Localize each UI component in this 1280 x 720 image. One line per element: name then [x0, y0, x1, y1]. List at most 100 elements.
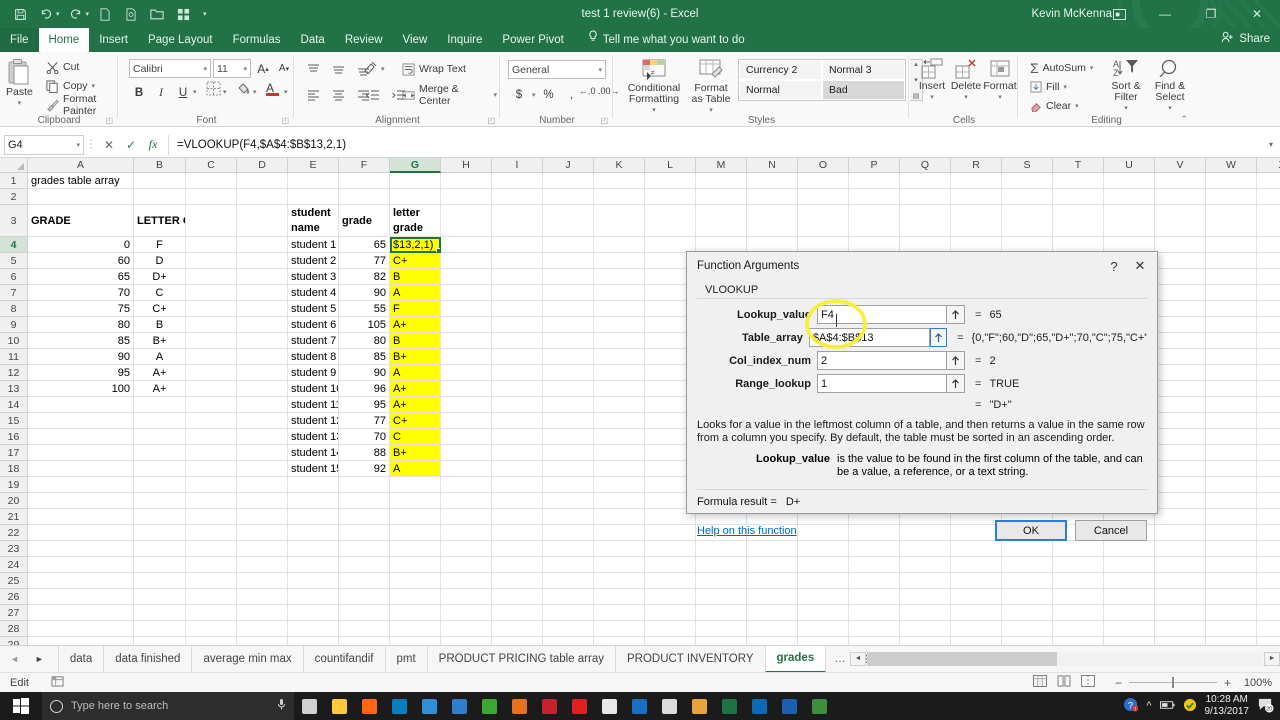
cell-G8[interactable]: F	[390, 301, 441, 317]
cell-U25[interactable]	[1104, 573, 1155, 589]
task-view-icon[interactable]	[294, 692, 324, 720]
cell-W13[interactable]	[1206, 381, 1257, 397]
cell-R24[interactable]	[951, 557, 1002, 573]
cell-J27[interactable]	[543, 605, 594, 621]
cell-Q29[interactable]	[900, 637, 951, 645]
row-header-2[interactable]: 2	[0, 189, 28, 205]
cell-C25[interactable]	[186, 573, 237, 589]
column-header-R[interactable]: R	[951, 158, 1002, 173]
ok-button[interactable]: OK	[995, 520, 1067, 541]
cell-L24[interactable]	[645, 557, 696, 573]
cell-X24[interactable]	[1257, 557, 1280, 573]
cell-A27[interactable]	[28, 605, 134, 621]
cell-D14[interactable]	[237, 397, 288, 413]
column-header-D[interactable]: D	[237, 158, 288, 173]
cell-W14[interactable]	[1206, 397, 1257, 413]
clear-dropdown-icon[interactable]: ▾	[1075, 102, 1079, 110]
cell-B13[interactable]: A+	[134, 381, 186, 397]
cell-D27[interactable]	[237, 605, 288, 621]
cell-D9[interactable]	[237, 317, 288, 333]
column-header-W[interactable]: W	[1206, 158, 1257, 173]
cell-K6[interactable]	[594, 269, 645, 285]
row-header-29[interactable]: 29	[0, 637, 28, 645]
zoom-in-button[interactable]: +	[1224, 676, 1231, 690]
font-name-combo[interactable]: Calibri ▾	[129, 59, 211, 78]
cell-K18[interactable]	[594, 461, 645, 477]
cell-D6[interactable]	[237, 269, 288, 285]
cell-Q23[interactable]	[900, 541, 951, 557]
enter-formula-button[interactable]: ✓	[120, 135, 142, 155]
cell-K16[interactable]	[594, 429, 645, 445]
cell-L23[interactable]	[645, 541, 696, 557]
ribbon-tab-insert[interactable]: Insert	[89, 28, 138, 52]
cell-F29[interactable]	[339, 637, 390, 645]
cell-K8[interactable]	[594, 301, 645, 317]
cell-X5[interactable]	[1257, 253, 1280, 269]
cell-H11[interactable]	[441, 349, 492, 365]
cell-K23[interactable]	[594, 541, 645, 557]
mail-icon[interactable]	[624, 692, 654, 720]
cell-G6[interactable]: B	[390, 269, 441, 285]
cell-I10[interactable]	[492, 333, 543, 349]
zoom-control[interactable]: − + 100%	[1115, 676, 1272, 690]
cell-J13[interactable]	[543, 381, 594, 397]
align-center-button[interactable]	[328, 86, 348, 105]
cell-J17[interactable]	[543, 445, 594, 461]
cell-H24[interactable]	[441, 557, 492, 573]
edge-icon[interactable]	[384, 692, 414, 720]
photoshop-icon[interactable]	[444, 692, 474, 720]
cell-C15[interactable]	[186, 413, 237, 429]
cell-F1[interactable]	[339, 173, 390, 189]
cell-W22[interactable]	[1206, 525, 1257, 541]
cell-E2[interactable]	[288, 189, 339, 205]
cell-B17[interactable]	[134, 445, 186, 461]
cell-D17[interactable]	[237, 445, 288, 461]
bold-button[interactable]: B	[129, 83, 149, 102]
cell-W28[interactable]	[1206, 621, 1257, 637]
cell-V15[interactable]	[1155, 413, 1206, 429]
row-header-5[interactable]: 5	[0, 253, 28, 269]
row-header-20[interactable]: 20	[0, 493, 28, 509]
cell-U23[interactable]	[1104, 541, 1155, 557]
style-cell-currency-2[interactable]: Currency 2	[740, 61, 821, 79]
cell-G17[interactable]: B+	[390, 445, 441, 461]
cell-I24[interactable]	[492, 557, 543, 573]
row-header-23[interactable]: 23	[0, 541, 28, 557]
cell-S27[interactable]	[1002, 605, 1053, 621]
dialog-close-icon[interactable]: ✕	[1127, 255, 1153, 277]
cell-I15[interactable]	[492, 413, 543, 429]
action-center-icon[interactable]: 20	[1257, 696, 1274, 716]
row-header-21[interactable]: 21	[0, 509, 28, 525]
cell-E5[interactable]: student 2	[288, 253, 339, 269]
cell-F9[interactable]: 105	[339, 317, 390, 333]
cell-V13[interactable]	[1155, 381, 1206, 397]
cell-G1[interactable]	[390, 173, 441, 189]
cell-G10[interactable]: B	[390, 333, 441, 349]
column-header-X[interactable]: X	[1257, 158, 1280, 173]
table-row[interactable]: grades table array	[28, 173, 1280, 189]
cell-G13[interactable]: A+	[390, 381, 441, 397]
cell-V28[interactable]	[1155, 621, 1206, 637]
cell-T3[interactable]	[1053, 205, 1104, 237]
cell-S26[interactable]	[1002, 589, 1053, 605]
system-tray[interactable]: ?! ^ 10:28 AM 9/13/2017 20	[1123, 692, 1280, 720]
cell-F7[interactable]: 90	[339, 285, 390, 301]
paste-button[interactable]: Paste ▾	[6, 58, 33, 107]
cell-F24[interactable]	[339, 557, 390, 573]
cell-H27[interactable]	[441, 605, 492, 621]
italic-button[interactable]: I	[151, 83, 171, 102]
youtube-icon[interactable]	[564, 692, 594, 720]
cell-C27[interactable]	[186, 605, 237, 621]
cell-U2[interactable]	[1104, 189, 1155, 205]
cell-N24[interactable]	[747, 557, 798, 573]
cell-I9[interactable]	[492, 317, 543, 333]
orientation-button[interactable]	[363, 60, 378, 79]
cell-F18[interactable]: 92	[339, 461, 390, 477]
cell-V26[interactable]	[1155, 589, 1206, 605]
cell-K3[interactable]	[594, 205, 645, 237]
row-header-19[interactable]: 19	[0, 477, 28, 493]
cell-H22[interactable]	[441, 525, 492, 541]
arg-input-col-index-num[interactable]: 2	[817, 351, 947, 370]
cell-H21[interactable]	[441, 509, 492, 525]
cell-F8[interactable]: 55	[339, 301, 390, 317]
